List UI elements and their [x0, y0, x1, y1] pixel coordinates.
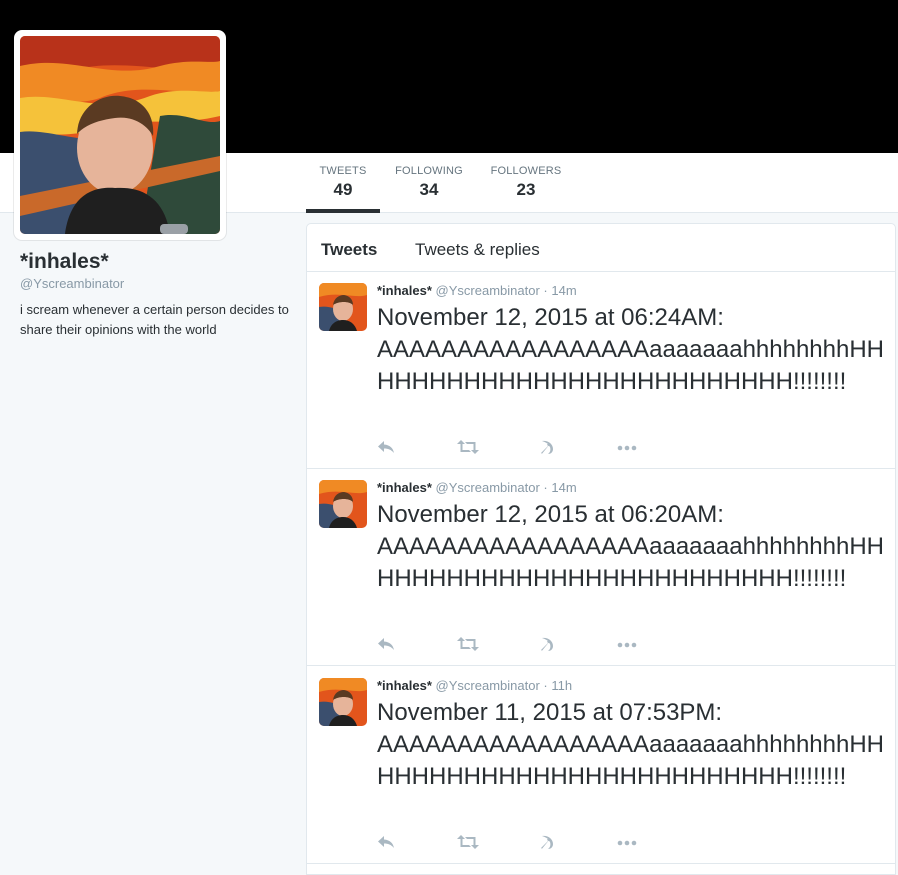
timeline-tabs: Tweets Tweets & replies — [307, 224, 895, 272]
hammer-sickle-icon[interactable] — [539, 834, 563, 852]
more-icon[interactable] — [617, 439, 641, 457]
tweet-header: *inhales* @Yscreambinator · 14m — [377, 480, 577, 495]
stat-label: FOLLOWERS — [490, 165, 562, 177]
profile-avatar[interactable] — [14, 30, 226, 240]
tweet-text: November 11, 2015 at 07:53PM: AAAAAAAAAA… — [377, 699, 885, 790]
tweet-avatar[interactable] — [319, 678, 367, 726]
more-icon[interactable] — [617, 834, 641, 852]
tweet-text: November 12, 2015 at 06:20AM: AAAAAAAAAA… — [377, 501, 885, 592]
reply-icon[interactable] — [377, 636, 401, 654]
retweet-icon[interactable] — [457, 834, 481, 852]
tab-tweets[interactable]: Tweets — [321, 240, 377, 260]
hammer-sickle-icon[interactable] — [539, 636, 563, 654]
profile-handle[interactable]: @Yscreambinator — [20, 276, 124, 291]
profile-bio: i scream whenever a certain person decid… — [20, 302, 289, 337]
tweet-text: November 12, 2015 at 06:24AM: AAAAAAAAAA… — [377, 304, 885, 395]
stat-label: FOLLOWING — [395, 165, 463, 177]
stat-value: 49 — [333, 180, 353, 199]
tweet-author-handle[interactable]: @Yscreambinator — [436, 283, 540, 298]
tweet-author-name[interactable]: *inhales* — [377, 678, 432, 693]
more-icon[interactable] — [617, 636, 641, 654]
stat-label: TWEETS — [319, 165, 367, 177]
stat-value: 34 — [419, 180, 439, 199]
tweet-author-handle[interactable]: @Yscreambinator — [436, 480, 540, 495]
tweet-author-handle[interactable]: @Yscreambinator — [436, 678, 540, 693]
reply-icon[interactable] — [377, 834, 401, 852]
stat-following[interactable]: FOLLOWING 34 — [392, 163, 466, 212]
tweet[interactable]: *inhales* @Yscreambinator · 14m November… — [307, 272, 895, 469]
tweet-avatar[interactable] — [319, 480, 367, 528]
tweet-timestamp[interactable]: · 14m — [543, 283, 576, 298]
stat-value: 23 — [516, 180, 536, 199]
reply-icon[interactable] — [377, 439, 401, 457]
tab-tweets-replies[interactable]: Tweets & replies — [415, 240, 540, 260]
retweet-icon[interactable] — [457, 636, 481, 654]
tweet-timestamp[interactable]: · 11h — [543, 678, 572, 693]
tweet-avatar[interactable] — [319, 283, 367, 331]
tweet[interactable]: *inhales* @Yscreambinator · 14m November… — [307, 469, 895, 666]
tweet-author-name[interactable]: *inhales* — [377, 283, 432, 298]
tweet-timestamp[interactable]: · 14m — [543, 480, 576, 495]
avatar-image — [20, 36, 220, 234]
tweet[interactable]: *inhales* @Yscreambinator · 11h November… — [307, 667, 895, 864]
tweet-actions — [377, 834, 657, 854]
tweet-header: *inhales* @Yscreambinator · 11h — [377, 678, 572, 693]
tweet-actions — [377, 439, 657, 459]
tweet-actions — [377, 636, 657, 656]
timeline: Tweets Tweets & replies *inhales* @Yscre… — [306, 223, 896, 875]
profile-name[interactable]: *inhales* — [20, 250, 109, 274]
stat-followers[interactable]: FOLLOWERS 23 — [488, 163, 564, 212]
hammer-sickle-icon[interactable] — [539, 439, 563, 457]
tweet-header: *inhales* @Yscreambinator · 14m — [377, 283, 577, 298]
retweet-icon[interactable] — [457, 439, 481, 457]
tweet-author-name[interactable]: *inhales* — [377, 480, 432, 495]
stat-tweets[interactable]: TWEETS 49 — [306, 163, 380, 213]
